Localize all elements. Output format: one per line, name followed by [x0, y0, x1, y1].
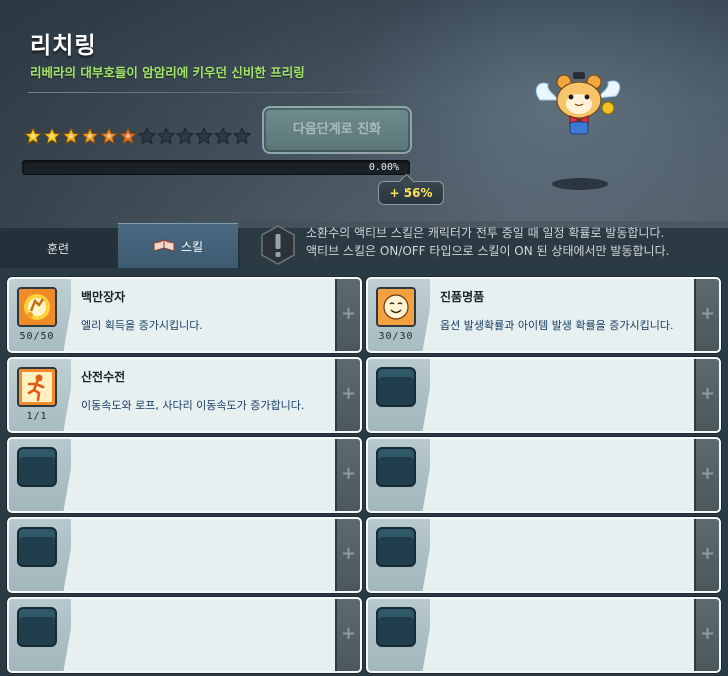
tab-training[interactable]: 훈련 [0, 231, 116, 268]
appraiser-face-icon [376, 287, 416, 327]
skill-plus-button[interactable]: + [335, 599, 360, 671]
star-empty-icon [176, 127, 194, 145]
skill-level: 1/1 [26, 411, 48, 422]
skill-plus-button[interactable]: + [694, 519, 719, 591]
empty-skill-slot: + [7, 597, 362, 673]
skill-plus-button[interactable]: + [335, 279, 360, 351]
empty-skill-slot: + [366, 357, 721, 433]
tab-skill[interactable]: 스킬 [118, 223, 238, 268]
skill-name: 산전수전 [81, 370, 126, 384]
empty-skill-slot: + [7, 517, 362, 593]
skill-plus-button[interactable]: + [694, 599, 719, 671]
evolve-button[interactable]: 다음단계로 진화 [262, 106, 412, 154]
star-filled-icon [100, 127, 118, 145]
empty-slot-icon [17, 527, 57, 567]
notice-line-1: 소환수의 액티브 스킬은 캐릭터가 전투 중일 때 일정 확률로 발동합니다. [306, 226, 665, 240]
hamster-pet-icon [532, 66, 624, 142]
skill-plus-button[interactable]: + [335, 519, 360, 591]
skill-name: 진품명품 [440, 290, 485, 304]
growth-progress-text: 0.00% [368, 162, 399, 173]
empty-skill-slot: + [366, 597, 721, 673]
skill-plus-button[interactable]: + [335, 439, 360, 511]
star-empty-icon [138, 127, 156, 145]
skill-plus-button[interactable]: + [335, 359, 360, 431]
empty-slot-icon [376, 527, 416, 567]
warning-icon [260, 225, 296, 265]
header-divider [28, 92, 428, 93]
tab-bar: 훈련 스킬 소환수의 액티브 스킬은 캐릭터가 전투 중일 때 일정 확률로 발… [0, 221, 728, 268]
pet-name: 리치링 [30, 33, 97, 59]
skill-level: 30/30 [378, 331, 414, 342]
star-filled-icon [43, 127, 61, 145]
empty-slot-icon [376, 367, 416, 407]
skill-description: 이동속도와 로프, 사다리 이동속도가 증가합니다. [81, 399, 305, 412]
star-empty-icon [214, 127, 232, 145]
star-empty-icon [195, 127, 213, 145]
growth-progress-bar: 0.00% [22, 160, 410, 175]
star-filled-icon [24, 127, 42, 145]
skill-name: 백만장자 [81, 290, 126, 304]
skill-level: 50/50 [19, 331, 55, 342]
star-rating [24, 127, 251, 145]
skill-slot[interactable]: 30/30 진품명품 옵션 발생확률과 아이템 발생 확률을 증가시킵니다. + [366, 277, 721, 353]
bonus-badge: + 56% [378, 181, 444, 205]
pet-shadow [552, 178, 608, 190]
empty-slot-icon [376, 607, 416, 647]
empty-skill-slot: + [366, 517, 721, 593]
star-empty-icon [233, 127, 251, 145]
empty-skill-slot: + [366, 437, 721, 513]
star-empty-icon [157, 127, 175, 145]
skill-notice: 소환수의 액티브 스킬은 캐릭터가 전투 중일 때 일정 확률로 발동합니다. … [240, 221, 728, 268]
empty-slot-icon [17, 447, 57, 487]
star-filled-icon [62, 127, 80, 145]
skill-slot[interactable]: 1/1 산전수전 이동속도와 로프, 사다리 이동속도가 증가합니다. + [7, 357, 362, 433]
star-filled-icon [119, 127, 137, 145]
skill-grid: 50/50 백만장자 엘리 획득을 증가시킵니다. + 30/30 진품명품 옵… [0, 268, 728, 676]
skill-description: 옵션 발생확률과 아이템 발생 확률을 증가시킵니다. [440, 319, 674, 332]
skill-description: 엘리 획득을 증가시킵니다. [81, 319, 203, 332]
star-filled-icon [81, 127, 99, 145]
empty-skill-slot: + [7, 437, 362, 513]
pet-description: 리베라의 대부호들이 암암리에 키우던 신비한 프리링 [30, 65, 305, 80]
skill-plus-button[interactable]: + [694, 359, 719, 431]
book-icon [153, 237, 175, 256]
pet-header: 리치링 리베라의 대부호들이 암암리에 키우던 신비한 프리링 0.00% + … [0, 0, 728, 228]
running-man-icon [17, 367, 57, 407]
skill-plus-button[interactable]: + [694, 439, 719, 511]
empty-slot-icon [17, 607, 57, 647]
tab-skill-label: 스킬 [180, 239, 204, 254]
coin-bag-icon [17, 287, 57, 327]
skill-slot[interactable]: 50/50 백만장자 엘리 획득을 증가시킵니다. + [7, 277, 362, 353]
empty-slot-icon [376, 447, 416, 487]
skill-plus-button[interactable]: + [694, 279, 719, 351]
notice-line-2: 액티브 스킬은 ON/OFF 타입으로 스킬이 ON 된 상태에서만 발동합니다… [306, 244, 670, 258]
notice-text: 소환수의 액티브 스킬은 캐릭터가 전투 중일 때 일정 확률로 발동합니다. … [306, 224, 669, 260]
